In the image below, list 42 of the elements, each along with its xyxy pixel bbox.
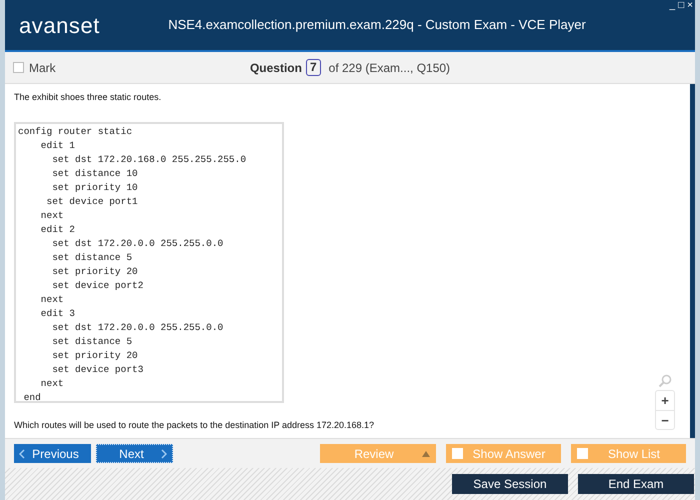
triangle-up-icon [422, 450, 430, 456]
window-control[interactable]: □ [678, 1, 684, 11]
code-line: next [40, 208, 65, 222]
window-title: NSE4.examcollection.premium.exam.229q - Custom Exam - VCE Player [167, 16, 587, 34]
search-icon [658, 374, 672, 388]
chevron-left-icon [19, 448, 25, 458]
code-line: set device port2 [51, 278, 144, 292]
footer-button[interactable]: End Exam [578, 474, 694, 494]
code-line: config router static [18, 124, 134, 138]
code-line: set device port3 [51, 362, 144, 376]
code-line: next [40, 292, 65, 306]
previous-button[interactable]: Previous [14, 444, 91, 463]
code-line: next [40, 376, 65, 390]
window-control[interactable]: × [687, 1, 693, 11]
code-line: set priority 20 [51, 348, 139, 362]
zoom-button[interactable]: + [656, 391, 674, 410]
code-line: set priority 20 [51, 264, 139, 278]
footer-button[interactable]: Save Session [452, 474, 568, 494]
intro-text: The exhibit shoes three static routes. [14, 91, 162, 104]
app-logo: avanset [19, 12, 101, 40]
code-line: set dst 172.20.168.0 255.255.255.0 [51, 152, 248, 166]
chevron-right-icon [161, 448, 167, 458]
code-line: edit 2 [40, 222, 76, 236]
zoom-button[interactable]: − [656, 410, 674, 429]
code-line: set device port1 [46, 194, 139, 208]
code-line: set distance 5 [51, 334, 134, 348]
code-line: set dst 172.20.0.0 255.255.0.0 [51, 320, 224, 334]
question-text: Which routes will be used to route the packets to the destination IP address 172.20.168.1? [14, 418, 374, 432]
code-line: end [22, 390, 42, 404]
mark-label[interactable]: Mark [29, 58, 56, 76]
question-number: 7 [306, 59, 321, 76]
question-count: of 229 (Exam..., Q150) [328, 60, 450, 76]
next-button[interactable]: Next [96, 444, 173, 463]
code-line: set priority 10 [51, 180, 139, 194]
code-line: set distance 10 [51, 166, 139, 180]
question-label: Question [250, 60, 302, 76]
code-line: edit 3 [40, 306, 76, 320]
checkbox[interactable] [13, 62, 24, 73]
code-line: edit 1 [40, 138, 76, 152]
code-line: set distance 5 [51, 250, 134, 264]
window-control[interactable]: _ [670, 1, 676, 11]
code-line: set dst 172.20.0.0 255.255.0.0 [51, 236, 224, 250]
